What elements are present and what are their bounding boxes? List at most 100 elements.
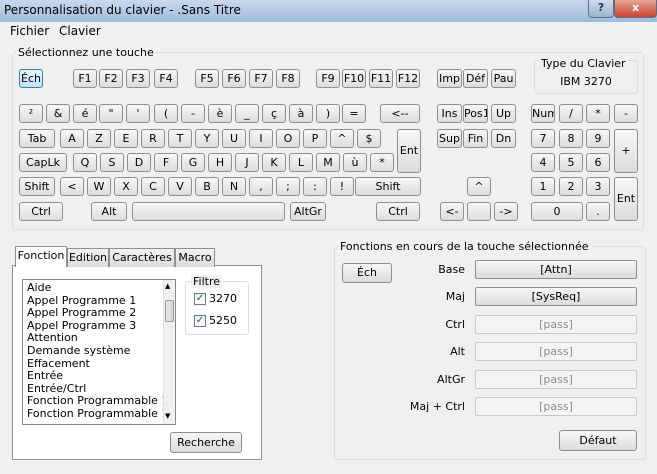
key-row1-12[interactable]: = bbox=[342, 104, 366, 123]
key-row2-3[interactable]: E bbox=[114, 129, 138, 148]
key-row1-4[interactable]: ' bbox=[126, 104, 150, 123]
key-altgr[interactable]: AltGr bbox=[290, 202, 326, 221]
key-numpad-13[interactable]: 3 bbox=[586, 177, 610, 196]
key-f4[interactable]: F4 bbox=[154, 69, 178, 88]
key-row1-0[interactable]: ² bbox=[19, 104, 43, 123]
key-numpad-6[interactable]: 9 bbox=[586, 129, 610, 148]
key-f7[interactable]: F7 bbox=[249, 69, 273, 88]
function-list-item[interactable]: Appel Programme 2 bbox=[27, 307, 136, 320]
key-row1-7[interactable]: è bbox=[208, 104, 232, 123]
key-row2-8[interactable]: I bbox=[249, 129, 273, 148]
key-arrow-right[interactable]: -> bbox=[494, 202, 518, 221]
key-f1[interactable]: F1 bbox=[73, 69, 97, 88]
key-row2-10[interactable]: P bbox=[303, 129, 327, 148]
key-row2-11[interactable]: ^ bbox=[330, 129, 354, 148]
key-row3-3[interactable]: D bbox=[127, 153, 151, 172]
tab-fonction[interactable]: Fonction bbox=[15, 246, 67, 267]
key-esc[interactable]: Éch bbox=[19, 69, 43, 88]
current-row-value[interactable]: [SysReq] bbox=[475, 287, 637, 307]
key-row1-6[interactable]: - bbox=[181, 104, 205, 123]
key-tab[interactable]: Tab bbox=[19, 129, 55, 148]
key-row4-2[interactable]: W bbox=[87, 177, 111, 196]
key-row4-6[interactable]: B bbox=[195, 177, 219, 196]
tab-edition[interactable]: Edition bbox=[67, 248, 109, 267]
key-row4-3[interactable]: X bbox=[114, 177, 138, 196]
key-f6[interactable]: F6 bbox=[222, 69, 246, 88]
key-row2-7[interactable]: U bbox=[222, 129, 246, 148]
key-row1-2[interactable]: é bbox=[73, 104, 97, 123]
key-f8[interactable]: F8 bbox=[276, 69, 300, 88]
key-arrow-left[interactable]: <- bbox=[440, 202, 464, 221]
key-row2-6[interactable]: Y bbox=[195, 129, 219, 148]
scroll-up-icon[interactable]: ▲ bbox=[165, 282, 170, 290]
key-row4-5[interactable]: V bbox=[168, 177, 192, 196]
key-row3-1[interactable]: Q bbox=[73, 153, 97, 172]
key-row1-13[interactable]: <-- bbox=[380, 104, 420, 123]
key-numpad-14[interactable]: Ent bbox=[614, 177, 638, 221]
key-row4-11[interactable]: ! bbox=[330, 177, 354, 196]
tab-macro[interactable]: Macro bbox=[175, 248, 215, 267]
key-alt[interactable]: Alt bbox=[91, 202, 127, 221]
key-row2-4[interactable]: R bbox=[141, 129, 165, 148]
key-row1-9[interactable]: ç bbox=[262, 104, 286, 123]
key-row3-5[interactable]: G bbox=[181, 153, 205, 172]
key-numpad-0[interactable]: Num bbox=[531, 104, 555, 123]
key-row4-4[interactable]: C bbox=[141, 177, 165, 196]
key-f12[interactable]: F12 bbox=[396, 69, 420, 88]
key-numpad-8[interactable]: 4 bbox=[531, 153, 555, 172]
key-space[interactable] bbox=[132, 202, 285, 221]
tab-caracteres[interactable]: Caractères bbox=[109, 248, 175, 267]
key-f9[interactable]: F9 bbox=[316, 69, 340, 88]
menu-fichier[interactable]: Fichier bbox=[10, 24, 49, 38]
key-row3-12[interactable]: * bbox=[370, 153, 394, 172]
function-list-item[interactable]: Demande système bbox=[27, 344, 130, 358]
current-row-value[interactable]: [pass] bbox=[475, 397, 637, 416]
key-nav1-0[interactable]: Ins bbox=[437, 104, 462, 123]
key-row1-5[interactable]: ( bbox=[154, 104, 178, 123]
key-edit-top-0[interactable]: Imp bbox=[437, 69, 462, 88]
key-row1-11[interactable]: ) bbox=[316, 104, 340, 123]
key-enter[interactable]: Ent bbox=[397, 129, 421, 173]
function-list-scrollbar[interactable]: ▲ ▼ bbox=[163, 280, 175, 424]
key-ctrl-left[interactable]: Ctrl bbox=[19, 202, 63, 221]
key-numpad-5[interactable]: 8 bbox=[559, 129, 583, 148]
key-row3-9[interactable]: L bbox=[289, 153, 313, 172]
key-nav2-0[interactable]: Sup bbox=[437, 129, 462, 148]
key-row4-7[interactable]: N bbox=[222, 177, 246, 196]
key-nav2-1[interactable]: Fin bbox=[463, 129, 488, 148]
key-row2-9[interactable]: O bbox=[276, 129, 300, 148]
key-row3-6[interactable]: H bbox=[208, 153, 232, 172]
current-row-value[interactable]: [Attn] bbox=[475, 260, 637, 279]
key-numpad-4[interactable]: 7 bbox=[531, 129, 555, 148]
close-button[interactable]: x bbox=[614, 0, 657, 18]
current-row-value[interactable]: [pass] bbox=[475, 314, 637, 334]
function-list[interactable]: Aide Appel Programme 1 Appel Programme 2 Ap… bbox=[22, 279, 176, 425]
key-f3[interactable]: F3 bbox=[126, 69, 150, 88]
key-nav1-1[interactable]: Pos1 bbox=[463, 104, 488, 123]
key-row3-4[interactable]: F bbox=[154, 153, 178, 172]
key-numpad-15[interactable]: 0 bbox=[531, 202, 583, 221]
key-capslock[interactable]: CapLk bbox=[19, 153, 67, 172]
key-edit-top-1[interactable]: Déf bbox=[463, 69, 488, 88]
key-row2-2[interactable]: Z bbox=[87, 129, 111, 148]
key-row1-10[interactable]: à bbox=[289, 104, 313, 123]
key-numpad-11[interactable]: 1 bbox=[531, 177, 555, 196]
function-list-item[interactable]: Aide bbox=[27, 281, 51, 295]
key-row4-8[interactable]: , bbox=[249, 177, 273, 196]
key-row4-1[interactable]: < bbox=[60, 177, 84, 196]
key-numpad-2[interactable]: * bbox=[586, 104, 610, 123]
function-list-item[interactable]: Entrée bbox=[27, 370, 63, 383]
key-row4-9[interactable]: ; bbox=[276, 177, 300, 196]
key-row3-10[interactable]: M bbox=[316, 153, 340, 172]
scroll-thumb[interactable] bbox=[165, 300, 174, 322]
key-row2-12[interactable]: $ bbox=[357, 129, 381, 148]
current-row-value[interactable]: [pass] bbox=[475, 369, 637, 389]
key-numpad-10[interactable]: 6 bbox=[586, 153, 610, 172]
key-numpad-7[interactable]: + bbox=[614, 129, 638, 173]
key-edit-top-2[interactable]: Pau bbox=[491, 69, 516, 88]
key-row1-8[interactable]: _ bbox=[235, 104, 259, 123]
key-row2-1[interactable]: A bbox=[60, 129, 84, 148]
scroll-down-icon[interactable]: ▼ bbox=[165, 412, 170, 420]
key-nav1-2[interactable]: Up bbox=[491, 104, 516, 123]
key-row3-11[interactable]: ù bbox=[343, 153, 367, 172]
